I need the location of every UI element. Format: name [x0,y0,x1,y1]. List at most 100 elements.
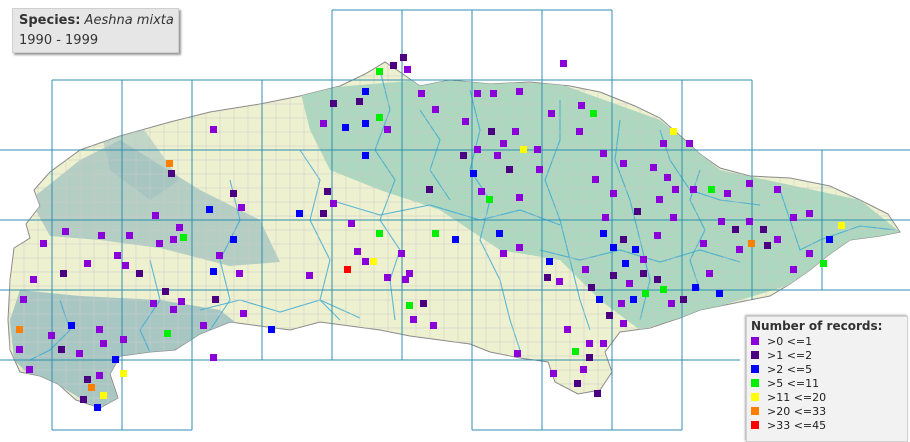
record-square [210,126,217,133]
legend-label: >1 <=2 [767,348,813,362]
record-square [370,258,377,265]
record-square [586,354,593,361]
record-square [462,118,469,125]
record-square [150,300,157,307]
record-square [84,376,91,383]
record-square [664,174,671,181]
record-square [692,284,699,291]
record-square [362,258,369,265]
record-square [546,258,553,265]
record-square [62,228,69,235]
species-label: Species: [19,13,81,28]
record-square [732,226,739,233]
record-square [120,370,127,377]
date-range: 1990 - 1999 [19,33,99,48]
record-square [170,236,177,243]
record-square [548,110,555,117]
record-square [48,332,55,339]
record-square [474,146,481,153]
record-square [610,272,617,279]
record-square [588,284,595,291]
record-square [650,164,657,171]
record-square [376,114,383,121]
record-square [216,252,223,259]
record-square [206,206,213,213]
record-square [114,252,121,259]
record-square [470,170,477,177]
record-square [430,322,437,329]
record-square [620,160,627,167]
record-square [760,226,767,233]
map-legend: Number of records: >0 <=1 >1 <=2 >2 <=5 … [746,316,908,442]
record-square [512,128,519,135]
record-square [610,244,617,251]
record-square [16,346,23,353]
record-square [632,246,639,253]
legend-label: >33 <=45 [767,418,827,432]
record-square [724,190,731,197]
record-square [376,230,383,237]
record-square [348,220,355,227]
record-square [88,384,95,391]
record-square [718,218,725,225]
record-square [748,240,755,247]
record-square [26,366,33,373]
record-square [574,380,581,387]
record-square [136,270,143,277]
record-square [826,236,833,243]
record-square [686,140,693,147]
record-square [30,276,37,283]
record-square [100,340,107,347]
record-square [536,166,543,173]
record-square [478,188,485,195]
record-square [400,54,407,61]
coastal-plain-area [10,290,240,408]
record-square [236,270,243,277]
record-square [576,128,583,135]
legend-swatch [751,379,759,387]
record-square [634,208,641,215]
record-square [178,298,185,305]
record-square [20,296,27,303]
legend-swatch [751,337,759,345]
record-square [544,274,551,281]
record-square [268,326,275,333]
record-square [594,390,601,397]
record-square [432,106,439,113]
record-square [240,310,247,317]
legend-label: >20 <=33 [767,404,827,418]
record-square [162,288,169,295]
record-square [630,296,637,303]
record-square [166,160,173,167]
record-square [572,348,579,355]
species-title-panel: Species: Aeshna mixta 1990 - 1999 [12,8,179,53]
record-square [656,196,663,203]
legend-item: >11 <=20 [751,390,826,404]
record-square [404,66,411,73]
record-square [164,330,171,337]
legend-item: >1 <=2 [751,348,812,362]
record-square [600,340,607,347]
record-square [670,214,677,221]
legend-item: >0 <=1 [751,334,812,348]
record-square [602,214,609,221]
record-square [76,350,83,357]
record-square [506,166,513,173]
record-square [330,100,337,107]
record-square [514,350,521,357]
record-square [746,180,753,187]
record-square [516,88,523,95]
record-square [716,290,723,297]
record-square [112,356,119,363]
record-square [406,302,413,309]
record-square [384,126,391,133]
record-square [474,90,481,97]
record-square [306,272,313,279]
record-square [58,346,65,353]
record-square [356,98,363,105]
legend-label: >5 <=11 [767,376,820,390]
record-square [344,266,351,273]
record-square [790,214,797,221]
record-square [120,336,127,343]
record-square [708,186,715,193]
